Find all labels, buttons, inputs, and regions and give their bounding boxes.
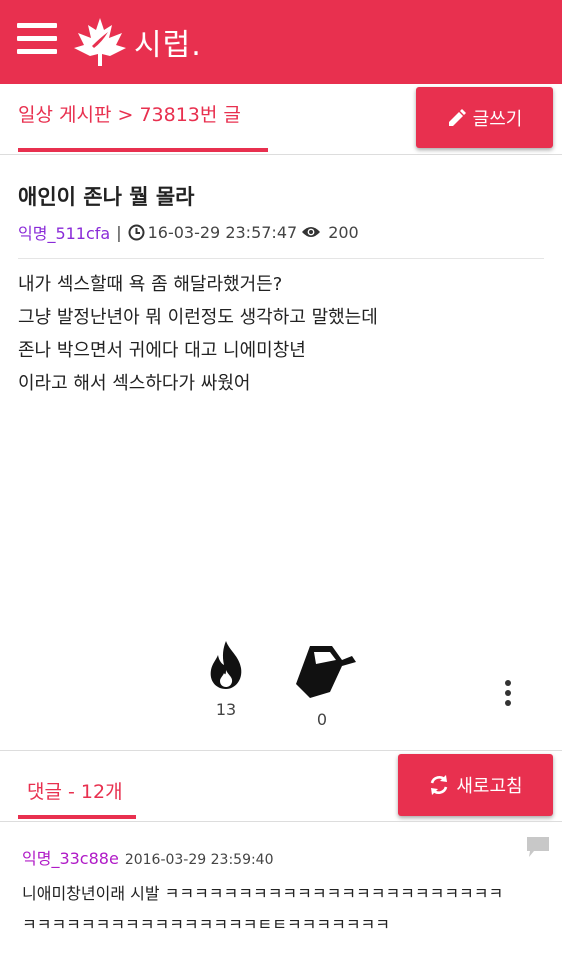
bucket-reaction[interactable]: 0: [292, 640, 356, 729]
comment-body: 니애미창년이래 시발 ㅋㅋㅋㅋㅋㅋㅋㅋㅋㅋㅋㅋㅋㅋㅋㅋㅋㅋㅋㅋㅋㅋㅋ ㅋㅋㅋㅋㅋ…: [22, 878, 503, 940]
comment-author[interactable]: 익명_33c88e: [22, 849, 119, 868]
comment-line: 니애미창년이래 시발 ㅋㅋㅋㅋㅋㅋㅋㅋㅋㅋㅋㅋㅋㅋㅋㅋㅋㅋㅋㅋㅋㅋㅋ: [22, 884, 504, 903]
fire-count: 13: [215, 700, 237, 719]
post-timestamp: 16-03-29 23:57:47: [147, 222, 298, 242]
comments-divider: [0, 821, 562, 822]
post-meta: 익명_511cfa | 16-03-29 23:57:47 200: [18, 220, 359, 244]
post-views: 200: [328, 222, 359, 242]
pencil-icon: [448, 108, 466, 126]
post-body-line: 내가 섹스할때 욕 좀 해달라했거든?: [18, 274, 283, 295]
breadcrumb-underline: [18, 148, 268, 152]
meta-separator: |: [116, 222, 122, 242]
post-author[interactable]: 익명_511cfa: [18, 220, 110, 244]
comments-underline: [18, 815, 136, 819]
breadcrumb[interactable]: 일상 게시판 > 73813번 글: [18, 100, 241, 127]
post-divider: [18, 258, 544, 259]
comment-line: ㅋㅋㅋㅋㅋㅋㅋㅋㅋㅋㅋㅋㅋㅋㅋㅋㅌㅌㅋㅋㅋㅋㅋㅋㅋ: [22, 915, 391, 934]
fire-reaction[interactable]: 13: [196, 640, 256, 719]
more-options-icon[interactable]: [503, 680, 513, 710]
comment-meta: 익명_33c88e 2016-03-29 23:59:40: [22, 845, 274, 869]
write-button-label: 글쓰기: [472, 108, 523, 130]
post-title: 애인이 존나 뭘 몰라: [18, 185, 195, 209]
comment-date: 2016-03-29 23:59:40: [124, 852, 274, 868]
refresh-icon: [431, 775, 448, 795]
write-button[interactable]: 글쓰기: [416, 87, 553, 148]
comments-header: 댓글 - 12개: [27, 781, 123, 803]
bucket-icon: [296, 646, 356, 698]
refresh-button[interactable]: 새로고침: [398, 754, 553, 816]
refresh-button-label: 새로고침: [456, 776, 523, 797]
hamburger-menu-icon[interactable]: [17, 23, 57, 57]
post-body-line: 이라고 해서 섹스하다가 싸웠어: [18, 373, 251, 394]
post-body-line: 존나 박으면서 귀에다 대고 니에미창년: [18, 340, 306, 361]
speech-bubble-icon: [527, 837, 549, 857]
logo-text: 시럽.: [134, 28, 202, 63]
post-body: 내가 섹스할때 욕 좀 해달라했거든? 그냥 발정난년아 뭐 이런정도 생각하고…: [18, 268, 378, 400]
reply-icon[interactable]: [526, 836, 550, 862]
fire-icon: [210, 641, 242, 689]
site-logo[interactable]: 시럽.: [72, 14, 202, 70]
comments-divider-top: [0, 750, 562, 751]
post-body-line: 그냥 발정난년아 뭐 이런정도 생각하고 말했는데: [18, 307, 378, 328]
maple-leaf-icon: [74, 18, 126, 66]
clock-icon: [128, 224, 145, 240]
bucket-count: 0: [316, 710, 328, 729]
top-bar: 시럽.: [0, 0, 562, 84]
eye-icon: [302, 227, 321, 237]
